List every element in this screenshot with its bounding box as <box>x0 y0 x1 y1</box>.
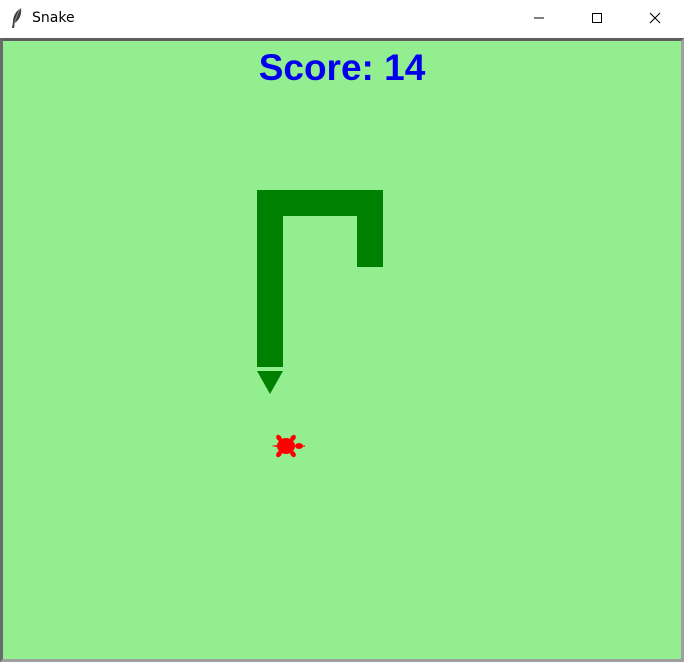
snake-segment <box>357 190 383 267</box>
minimize-button[interactable] <box>510 0 568 36</box>
minimize-icon <box>533 9 545 28</box>
game-canvas[interactable] <box>3 41 681 659</box>
app-window: Snake Score: 14 <box>0 0 684 662</box>
snake-head <box>257 371 283 394</box>
title-bar[interactable]: Snake <box>0 0 684 36</box>
maximize-button[interactable] <box>568 0 626 36</box>
close-icon <box>649 9 661 28</box>
turtle-icon <box>271 434 305 458</box>
snake <box>257 190 383 394</box>
score-label: Score: 14 <box>258 47 426 88</box>
maximize-icon <box>591 9 603 28</box>
snake-segment <box>257 190 283 367</box>
feather-icon <box>10 7 24 29</box>
close-button[interactable] <box>626 0 684 36</box>
window-title: Snake <box>32 10 75 26</box>
